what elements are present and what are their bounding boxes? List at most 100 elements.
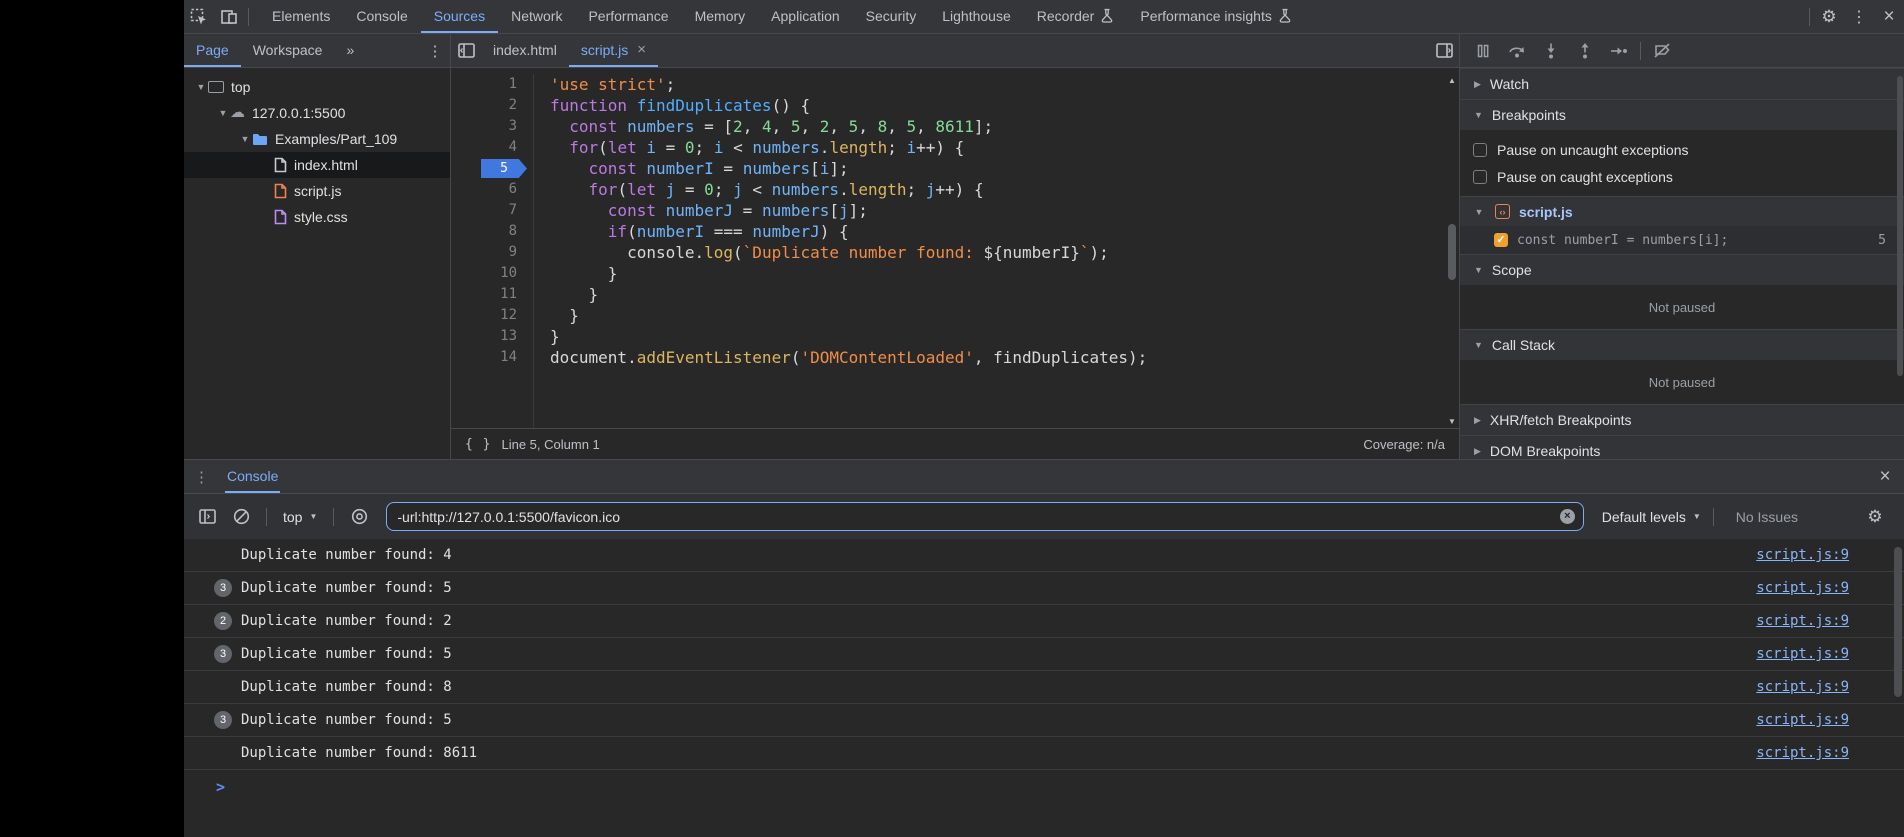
step-over-icon[interactable] — [1500, 34, 1534, 67]
tab-performance-insights[interactable]: Performance insights — [1127, 0, 1305, 33]
more-tabs-icon[interactable]: » — [334, 34, 366, 67]
line-number[interactable]: 5 — [451, 158, 533, 179]
line-number[interactable]: 4 — [451, 137, 533, 158]
device-toolbar-icon[interactable] — [214, 0, 244, 33]
step-out-icon[interactable] — [1568, 34, 1602, 67]
line-number[interactable]: 11 — [451, 284, 533, 305]
tab-console[interactable]: Console — [343, 0, 420, 33]
scroll-up-icon[interactable]: ▲ — [1445, 76, 1459, 85]
toggle-navigator-icon[interactable] — [451, 34, 481, 67]
section-scope[interactable]: ▼ Scope — [1460, 254, 1904, 285]
clear-console-icon[interactable] — [228, 504, 254, 530]
tree-item-index-html[interactable]: index.html — [184, 152, 450, 178]
section-breakpoints[interactable]: ▼ Breakpoints — [1460, 99, 1904, 130]
tab-page[interactable]: Page — [184, 34, 241, 67]
code-line[interactable]: const numbers = [2, 4, 5, 2, 5, 8, 5, 86… — [550, 116, 1445, 137]
section-dom-breakpoints[interactable]: ▶ DOM Breakpoints — [1460, 435, 1904, 459]
breakpoint-file-group[interactable]: ▼ ‹› script.js — [1460, 196, 1904, 226]
code-line[interactable]: } — [550, 284, 1445, 305]
source-location-link[interactable]: script.js:9 — [1756, 679, 1849, 695]
tab-security[interactable]: Security — [853, 0, 930, 33]
tree-item-examples-part-109[interactable]: ▼Examples/Part_109 — [184, 126, 450, 152]
source-location-link[interactable]: script.js:9 — [1756, 646, 1849, 662]
live-expression-eye-icon[interactable] — [346, 504, 372, 530]
scrollbar-thumb[interactable] — [1448, 224, 1456, 280]
editor-tab-script-js[interactable]: script.js × — [569, 34, 658, 67]
code-line[interactable]: function findDuplicates() { — [550, 95, 1445, 116]
line-number[interactable]: 12 — [451, 305, 533, 326]
code-line[interactable]: const numberI = numbers[i]; — [550, 158, 1445, 179]
tree-item-style-css[interactable]: style.css — [184, 204, 450, 230]
code-line[interactable]: if(numberI === numberJ) { — [550, 221, 1445, 242]
close-devtools-icon[interactable]: × — [1874, 0, 1904, 33]
close-drawer-icon[interactable]: × — [1870, 460, 1900, 493]
deactivate-breakpoints-icon[interactable] — [1645, 34, 1679, 67]
pause-script-icon[interactable] — [1466, 34, 1500, 67]
section-call-stack[interactable]: ▼ Call Stack — [1460, 329, 1904, 360]
tab-recorder[interactable]: Recorder — [1024, 0, 1128, 33]
step-icon[interactable] — [1602, 34, 1636, 67]
pause-uncaught-row[interactable]: Pause on uncaught exceptions — [1460, 136, 1904, 163]
code-line[interactable]: } — [550, 326, 1445, 347]
console-filter-input[interactable] — [386, 502, 1583, 531]
source-location-link[interactable]: script.js:9 — [1756, 745, 1849, 761]
code-line[interactable]: 'use strict'; — [550, 74, 1445, 95]
source-location-link[interactable]: script.js:9 — [1756, 712, 1849, 728]
code-line[interactable]: console.log(`Duplicate number found: ${n… — [550, 242, 1445, 263]
javascript-context-select[interactable]: top ▼ — [279, 509, 321, 525]
tree-item-script-js[interactable]: script.js — [184, 178, 450, 204]
line-number[interactable]: 2 — [451, 95, 533, 116]
code-line[interactable]: const numberJ = numbers[j]; — [550, 200, 1445, 221]
code-editor[interactable]: 1234567891011121314 'use strict';functio… — [451, 68, 1459, 428]
console-settings-gear-icon[interactable]: ⚙ — [1862, 504, 1888, 530]
tab-performance[interactable]: Performance — [575, 0, 681, 33]
section-xhr-breakpoints[interactable]: ▶ XHR/fetch Breakpoints — [1460, 404, 1904, 435]
code-line[interactable]: } — [550, 305, 1445, 326]
tab-memory[interactable]: Memory — [682, 0, 759, 33]
pretty-print-icon[interactable]: { } — [465, 437, 491, 452]
source-location-link[interactable]: script.js:9 — [1756, 613, 1849, 629]
line-number[interactable]: 8 — [451, 221, 533, 242]
tab-network[interactable]: Network — [498, 0, 575, 33]
drawer-more-options-icon[interactable]: ⋮ — [194, 468, 209, 486]
breakpoint-flag[interactable]: 5 — [481, 159, 527, 178]
log-levels-select[interactable]: Default levels ▼ — [1602, 509, 1701, 525]
line-number[interactable]: 6 — [451, 179, 533, 200]
code-line[interactable]: for(let j = 0; j < numbers.length; j++) … — [550, 179, 1445, 200]
chevron-down-icon[interactable]: ▼ — [216, 108, 230, 118]
step-into-icon[interactable] — [1534, 34, 1568, 67]
tab-application[interactable]: Application — [758, 0, 853, 33]
code-line[interactable]: document.addEventListener('DOMContentLoa… — [550, 347, 1445, 368]
tab-lighthouse[interactable]: Lighthouse — [929, 0, 1024, 33]
pause-caught-row[interactable]: Pause on caught exceptions — [1460, 163, 1904, 190]
code-content[interactable]: 'use strict';function findDuplicates() {… — [533, 74, 1445, 428]
tree-item-127-0-0-1-5500[interactable]: ▼☁127.0.0.1:5500 — [184, 100, 450, 126]
source-location-link[interactable]: script.js:9 — [1756, 580, 1849, 596]
line-number[interactable]: 9 — [451, 242, 533, 263]
breakpoint-entry[interactable]: ✓ const numberI = numbers[i]; 5 — [1460, 226, 1904, 254]
tab-sources[interactable]: Sources — [421, 0, 498, 33]
checkbox-unchecked-icon[interactable] — [1473, 143, 1487, 157]
chevron-down-icon[interactable]: ▼ — [238, 134, 252, 144]
editor-scrollbar[interactable]: ▲ ▼ — [1445, 74, 1459, 428]
code-line[interactable]: for(let i = 0; i < numbers.length; i++) … — [550, 137, 1445, 158]
navigator-more-options-icon[interactable]: ⋮ — [420, 34, 450, 67]
console-sidebar-icon[interactable] — [194, 504, 220, 530]
section-watch[interactable]: ▶ Watch — [1460, 68, 1904, 99]
scroll-down-icon[interactable]: ▼ — [1445, 417, 1459, 426]
line-number[interactable]: 14 — [451, 347, 533, 368]
toggle-debugger-sidebar-icon[interactable] — [1429, 34, 1459, 67]
close-tab-icon[interactable]: × — [637, 41, 646, 58]
tab-workspace[interactable]: Workspace — [241, 34, 335, 67]
line-number[interactable]: 3 — [451, 116, 533, 137]
console-prompt[interactable]: > — [184, 770, 1904, 803]
chevron-down-icon[interactable]: ▼ — [194, 82, 208, 92]
inspect-element-icon[interactable] — [184, 0, 214, 33]
source-location-link[interactable]: script.js:9 — [1756, 547, 1849, 563]
tree-item-top[interactable]: ▼top — [184, 74, 450, 100]
more-options-icon[interactable]: ⋮ — [1844, 0, 1874, 33]
checkbox-unchecked-icon[interactable] — [1473, 170, 1487, 184]
line-number[interactable]: 7 — [451, 200, 533, 221]
tab-elements[interactable]: Elements — [259, 0, 343, 33]
issues-counter[interactable]: No Issues — [1736, 509, 1798, 525]
